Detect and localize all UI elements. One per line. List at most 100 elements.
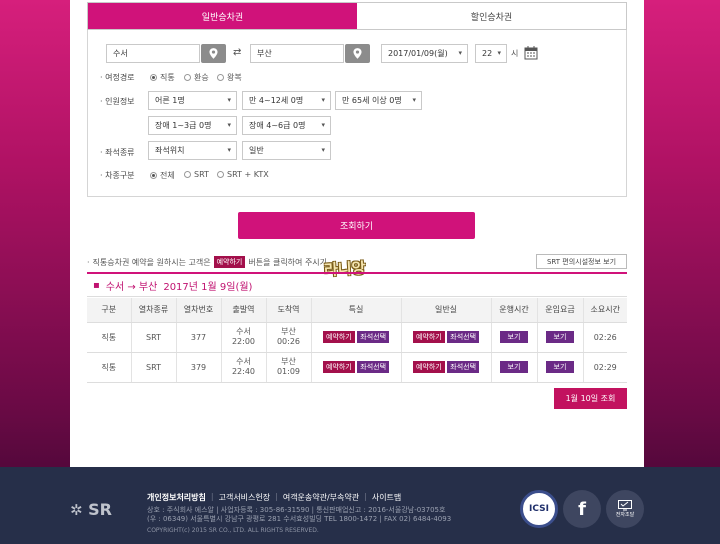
footer-link-terms[interactable]: 여객운송약관/부속약관 (283, 492, 359, 503)
child-select[interactable]: 만 4~12세 0명 (242, 91, 331, 110)
cell-train-type: SRT (131, 322, 177, 353)
first-seat-select-button[interactable]: 좌석선택 (357, 361, 390, 373)
footer-link-sitemap[interactable]: 사이트맵 (372, 492, 401, 503)
route-header: ▪ 수서 → 부산 2017년 1월 9일(월) (87, 272, 627, 297)
col-header: 열차번호 (176, 298, 222, 323)
facility-info-button[interactable]: SRT 편의시설정보 보기 (536, 254, 627, 269)
origin-map-button[interactable] (201, 44, 226, 63)
cell-fare: 보기 (537, 322, 584, 353)
first-reserve-button[interactable]: 예약하기 (322, 331, 355, 343)
col-header: 출발역 (221, 298, 267, 323)
tab-discount[interactable]: 할인승차권 (357, 3, 626, 29)
direct-notice: · 직통승차권 예약을 원하시는 고객은 예약하기 버튼을 클릭하여 주시기 (87, 256, 328, 268)
footer-link-privacy[interactable]: 개인정보처리방침 (147, 492, 206, 503)
cell-first-class: 예약하기 좌석선택 (311, 322, 402, 353)
facebook-icon[interactable]: f (563, 490, 601, 528)
trip-label: · 여정경로 (100, 73, 135, 82)
cell-train-no: 377 (176, 322, 222, 353)
economy-seat-select-button[interactable]: 좌석선택 (447, 361, 480, 373)
senior-select[interactable]: 만 65세 이상 0명 (335, 91, 422, 110)
radio-icon (184, 74, 191, 81)
train-label: · 차종구분 (100, 171, 135, 180)
map-pin-icon (353, 48, 362, 59)
footer-links: 개인정보처리방침 | 고객서비스헌장 | 여객운송약관/부속약관 | 사이트맵 (147, 492, 402, 503)
cell-arrival: 부산 01:09 (266, 352, 312, 383)
destination-input[interactable]: 부산 (250, 44, 344, 63)
radio-checked-icon (150, 74, 157, 81)
col-header: 특실 (311, 298, 402, 323)
swap-icon[interactable]: ⇄ (233, 47, 241, 58)
train-option-srt-ktx[interactable]: SRT + KTX (217, 170, 269, 179)
next-day-button[interactable]: 1월 10일 조회 (554, 388, 627, 409)
radio-icon (217, 171, 224, 178)
schedule-view-button[interactable]: 보기 (499, 361, 529, 373)
procurement-kiosk-icon[interactable]: 전자조달 (606, 490, 644, 528)
route-bullet: ▪ (93, 279, 100, 291)
ticket-tabs: 일반승차권 할인승차권 (87, 2, 627, 30)
col-header: 일반실 (401, 298, 492, 323)
route-stations: 수서 → 부산 (105, 281, 158, 293)
cell-train-no: 379 (176, 352, 222, 383)
schedule-view-button[interactable]: 보기 (499, 331, 529, 343)
radio-icon (184, 171, 191, 178)
economy-seat-select-button[interactable]: 좌석선택 (447, 331, 480, 343)
first-seat-select-button[interactable]: 좌석선택 (357, 331, 390, 343)
adult-select[interactable]: 어른 1명 (148, 91, 237, 110)
seat-position-select[interactable]: 좌석위치 (148, 141, 237, 160)
hour-select[interactable]: 22 (475, 44, 507, 63)
hour-unit: 시 (511, 49, 519, 58)
calendar-icon[interactable] (524, 46, 538, 62)
notice-reserve-badge: 예약하기 (213, 256, 246, 268)
fare-view-button[interactable]: 보기 (545, 331, 575, 343)
trip-option-transfer[interactable]: 환승 (184, 72, 209, 83)
icsi-badge-icon[interactable]: ICSI (520, 490, 558, 528)
sr-logo[interactable]: ✲ SR (70, 500, 112, 519)
sr-logo-icon: ✲ (70, 501, 83, 519)
trip-option-direct[interactable]: 직통 (150, 72, 175, 83)
train-option-all[interactable]: 전체 (150, 170, 175, 181)
destination-map-button[interactable] (345, 44, 370, 63)
col-header: 소요시간 (583, 298, 627, 323)
table-header-row: 구분 열차종류 열차번호 출발역 도착역 특실 일반실 운행시간 운임요금 소요… (87, 298, 627, 323)
footer-link-charter[interactable]: 고객서비스헌장 (219, 492, 271, 503)
cell-train-type: SRT (131, 352, 177, 383)
route-date: 2017년 1월 9일(월) (163, 281, 253, 293)
trip-option-round[interactable]: 왕복 (217, 72, 242, 83)
cell-first-class: 예약하기 좌석선택 (311, 352, 402, 383)
seat-type-select[interactable]: 일반 (242, 141, 331, 160)
search-button[interactable]: 조회하기 (238, 212, 475, 239)
cell-schedule: 보기 (491, 352, 538, 383)
footer-copyright: COPYRIGHT(c) 2015 SR CO., LTD. ALL RIGHT… (147, 527, 319, 534)
first-reserve-button[interactable]: 예약하기 (322, 361, 355, 373)
economy-reserve-button[interactable]: 예약하기 (412, 361, 445, 373)
cell-kind: 직통 (87, 352, 132, 383)
cell-arrival: 부산 00:26 (266, 322, 312, 353)
cell-fare: 보기 (537, 352, 584, 383)
col-header: 구분 (87, 298, 132, 323)
cell-economy: 예약하기 좌석선택 (401, 322, 492, 353)
disabled-4-6-select[interactable]: 장애 4~6급 0명 (242, 116, 331, 135)
monitor-icon (618, 500, 632, 511)
origin-input[interactable]: 수서 (106, 44, 200, 63)
radio-checked-icon (150, 172, 157, 179)
radio-icon (217, 74, 224, 81)
table-row: 직통 SRT 379 수서 22:40 부산 01:09 예약하기 좌석선택 예약하… (87, 352, 627, 383)
cell-duration: 02:29 (583, 352, 627, 383)
col-header: 도착역 (266, 298, 312, 323)
cell-schedule: 보기 (491, 322, 538, 353)
seat-label: · 좌석종류 (100, 148, 135, 157)
fare-view-button[interactable]: 보기 (545, 361, 575, 373)
col-header: 운임요금 (537, 298, 584, 323)
economy-reserve-button[interactable]: 예약하기 (412, 331, 445, 343)
footer-company-info: 상호 : 주식회사 에스알 | 사업자등록 : 305-86-31590 | 통… (147, 506, 452, 523)
disabled-1-3-select[interactable]: 장애 1~3급 0명 (148, 116, 237, 135)
train-option-srt[interactable]: SRT (184, 170, 209, 179)
cell-duration: 02:26 (583, 322, 627, 353)
tab-general[interactable]: 일반승차권 (88, 3, 357, 29)
date-select[interactable]: 2017/01/09(월) (381, 44, 468, 63)
cell-departure: 수서 22:00 (221, 322, 267, 353)
map-pin-icon (209, 48, 218, 59)
train-schedule-table: 구분 열차종류 열차번호 출발역 도착역 특실 일반실 운행시간 운임요금 소요… (87, 298, 627, 383)
people-label: · 인원정보 (100, 97, 135, 106)
table-row: 직통 SRT 377 수서 22:00 부산 00:26 예약하기 좌석선택 예약하… (87, 322, 627, 353)
